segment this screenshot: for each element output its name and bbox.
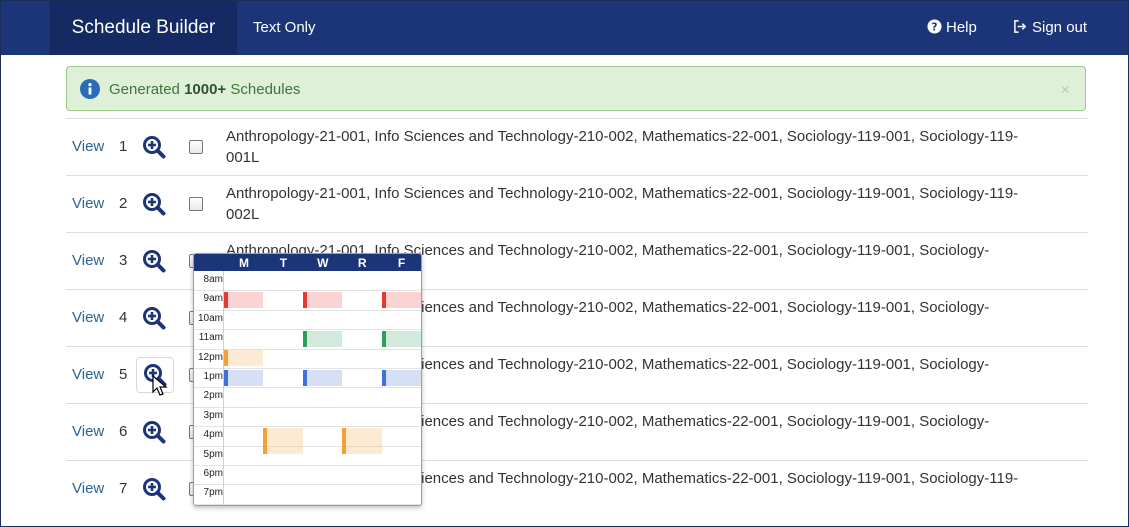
mouse-pointer-icon (152, 375, 168, 396)
preview-class-block (381, 291, 421, 309)
preview-hour-label: 9am (203, 293, 223, 305)
zoom-in-icon (143, 193, 166, 216)
preview-class-block (302, 369, 343, 386)
sign-out-link[interactable]: Sign out (1013, 1, 1087, 55)
preview-hour-label: 11am (198, 332, 223, 344)
alert-message: Generated 1000+ Schedules (109, 67, 300, 112)
brand-link[interactable]: Schedule Builder (50, 1, 237, 55)
zoom-preview-button[interactable] (142, 135, 170, 161)
question-circle-icon: ? (927, 19, 942, 34)
preview-day-label: R (357, 256, 367, 270)
preview-class-block (302, 291, 343, 309)
svg-text:?: ? (932, 21, 938, 33)
view-link[interactable]: View (72, 309, 104, 326)
schedule-row: View 2 Anthropology-21-001, Info Sciences … (66, 175, 1088, 232)
preview-hour-label: 5pm (203, 448, 223, 460)
schedule-number: 5 (119, 366, 128, 383)
schedule-row: View 1 Anthropology-21-001, Info Sciences … (66, 118, 1088, 175)
info-icon (80, 79, 100, 99)
schedule-courses: Anthropology-21-001, Info Sciences and T… (226, 128, 1019, 166)
preview-hour-line (194, 445, 421, 447)
alert-count: 1000+ (184, 81, 227, 98)
view-link[interactable]: View (72, 195, 104, 212)
help-label: Help (946, 19, 977, 36)
zoom-preview-button[interactable] (142, 420, 170, 446)
view-link[interactable]: View (72, 138, 104, 155)
zoom-in-icon (143, 136, 166, 159)
zoom-in-icon (143, 421, 166, 444)
schedule-number: 2 (119, 195, 128, 212)
preview-hour-label: 12pm (197, 351, 223, 363)
zoom-preview-button[interactable] (142, 249, 170, 275)
preview-class-block (381, 369, 421, 386)
preview-class-block (224, 350, 264, 367)
schedule-number: 7 (119, 480, 128, 497)
preview-hour-label: 6pm (203, 468, 223, 479)
view-link[interactable]: View (72, 423, 104, 440)
schedule-number: 4 (119, 309, 128, 326)
preview-class-block (302, 330, 343, 348)
preview-class-block (224, 369, 264, 386)
alert-suffix: Schedules (230, 81, 301, 98)
preview-hour-line (194, 406, 421, 408)
preview-class-block (342, 427, 382, 454)
preview-day-label: M (239, 256, 249, 270)
preview-hour-label: 10am (197, 312, 223, 324)
schedule-number: 6 (119, 423, 128, 440)
preview-hour-line (194, 484, 421, 486)
preview-hour-label: 7pm (203, 487, 223, 499)
zoom-preview-button[interactable] (142, 306, 170, 332)
schedule-number: 3 (119, 252, 128, 269)
preview-hour-label: 3pm (203, 409, 223, 421)
view-link[interactable]: View (72, 480, 104, 497)
schedule-preview-popup: M T W R F 8am 9am 10am 11am 12pm 1pm 2pm 3pm 4pm 5pm 6… (193, 253, 422, 506)
sign-out-icon (1014, 20, 1027, 33)
zoom-preview-button[interactable] (142, 192, 170, 218)
schedule-checkbox[interactable] (189, 140, 203, 154)
preview-hour-label: 8am (203, 274, 223, 285)
zoom-preview-button[interactable] (142, 477, 170, 503)
alert-prefix: Generated (109, 81, 180, 98)
navbar: Schedule Builder Text Only ? Help Sign o… (1, 1, 1128, 55)
preview-hour-line (194, 503, 421, 505)
schedule-checkbox[interactable] (189, 197, 203, 211)
schedule-courses: Anthropology-21-001, Info Sciences and T… (226, 185, 1019, 223)
preview-day-header: MTWRF (194, 254, 421, 271)
zoom-in-icon (143, 307, 166, 330)
view-link[interactable]: View (72, 252, 104, 269)
preview-hour-line (194, 426, 421, 428)
sign-out-label: Sign out (1032, 19, 1088, 36)
preview-class-block (263, 427, 303, 454)
preview-hour-line (194, 309, 421, 311)
zoom-in-icon (143, 250, 166, 273)
view-link[interactable]: View (72, 366, 104, 383)
generated-alert: Generated 1000+ Schedules × (66, 66, 1086, 111)
preview-hour-label: 2pm (203, 390, 223, 402)
preview-hour-label: 4pm (203, 429, 223, 441)
schedule-number: 1 (119, 138, 128, 155)
alert-close-button[interactable]: × (1060, 67, 1070, 112)
preview-hour-line (194, 465, 421, 466)
preview-day-label: T (279, 256, 288, 270)
help-link[interactable]: ? Help (927, 1, 977, 55)
preview-hour-label: 1pm (203, 371, 223, 382)
preview-hour-line (194, 387, 421, 389)
preview-day-label: W (317, 256, 329, 270)
zoom-in-icon (143, 478, 166, 501)
preview-day-label: F (397, 256, 406, 270)
preview-class-block (381, 330, 421, 348)
preview-class-block (224, 291, 264, 309)
text-only-link[interactable]: Text Only (253, 1, 316, 55)
